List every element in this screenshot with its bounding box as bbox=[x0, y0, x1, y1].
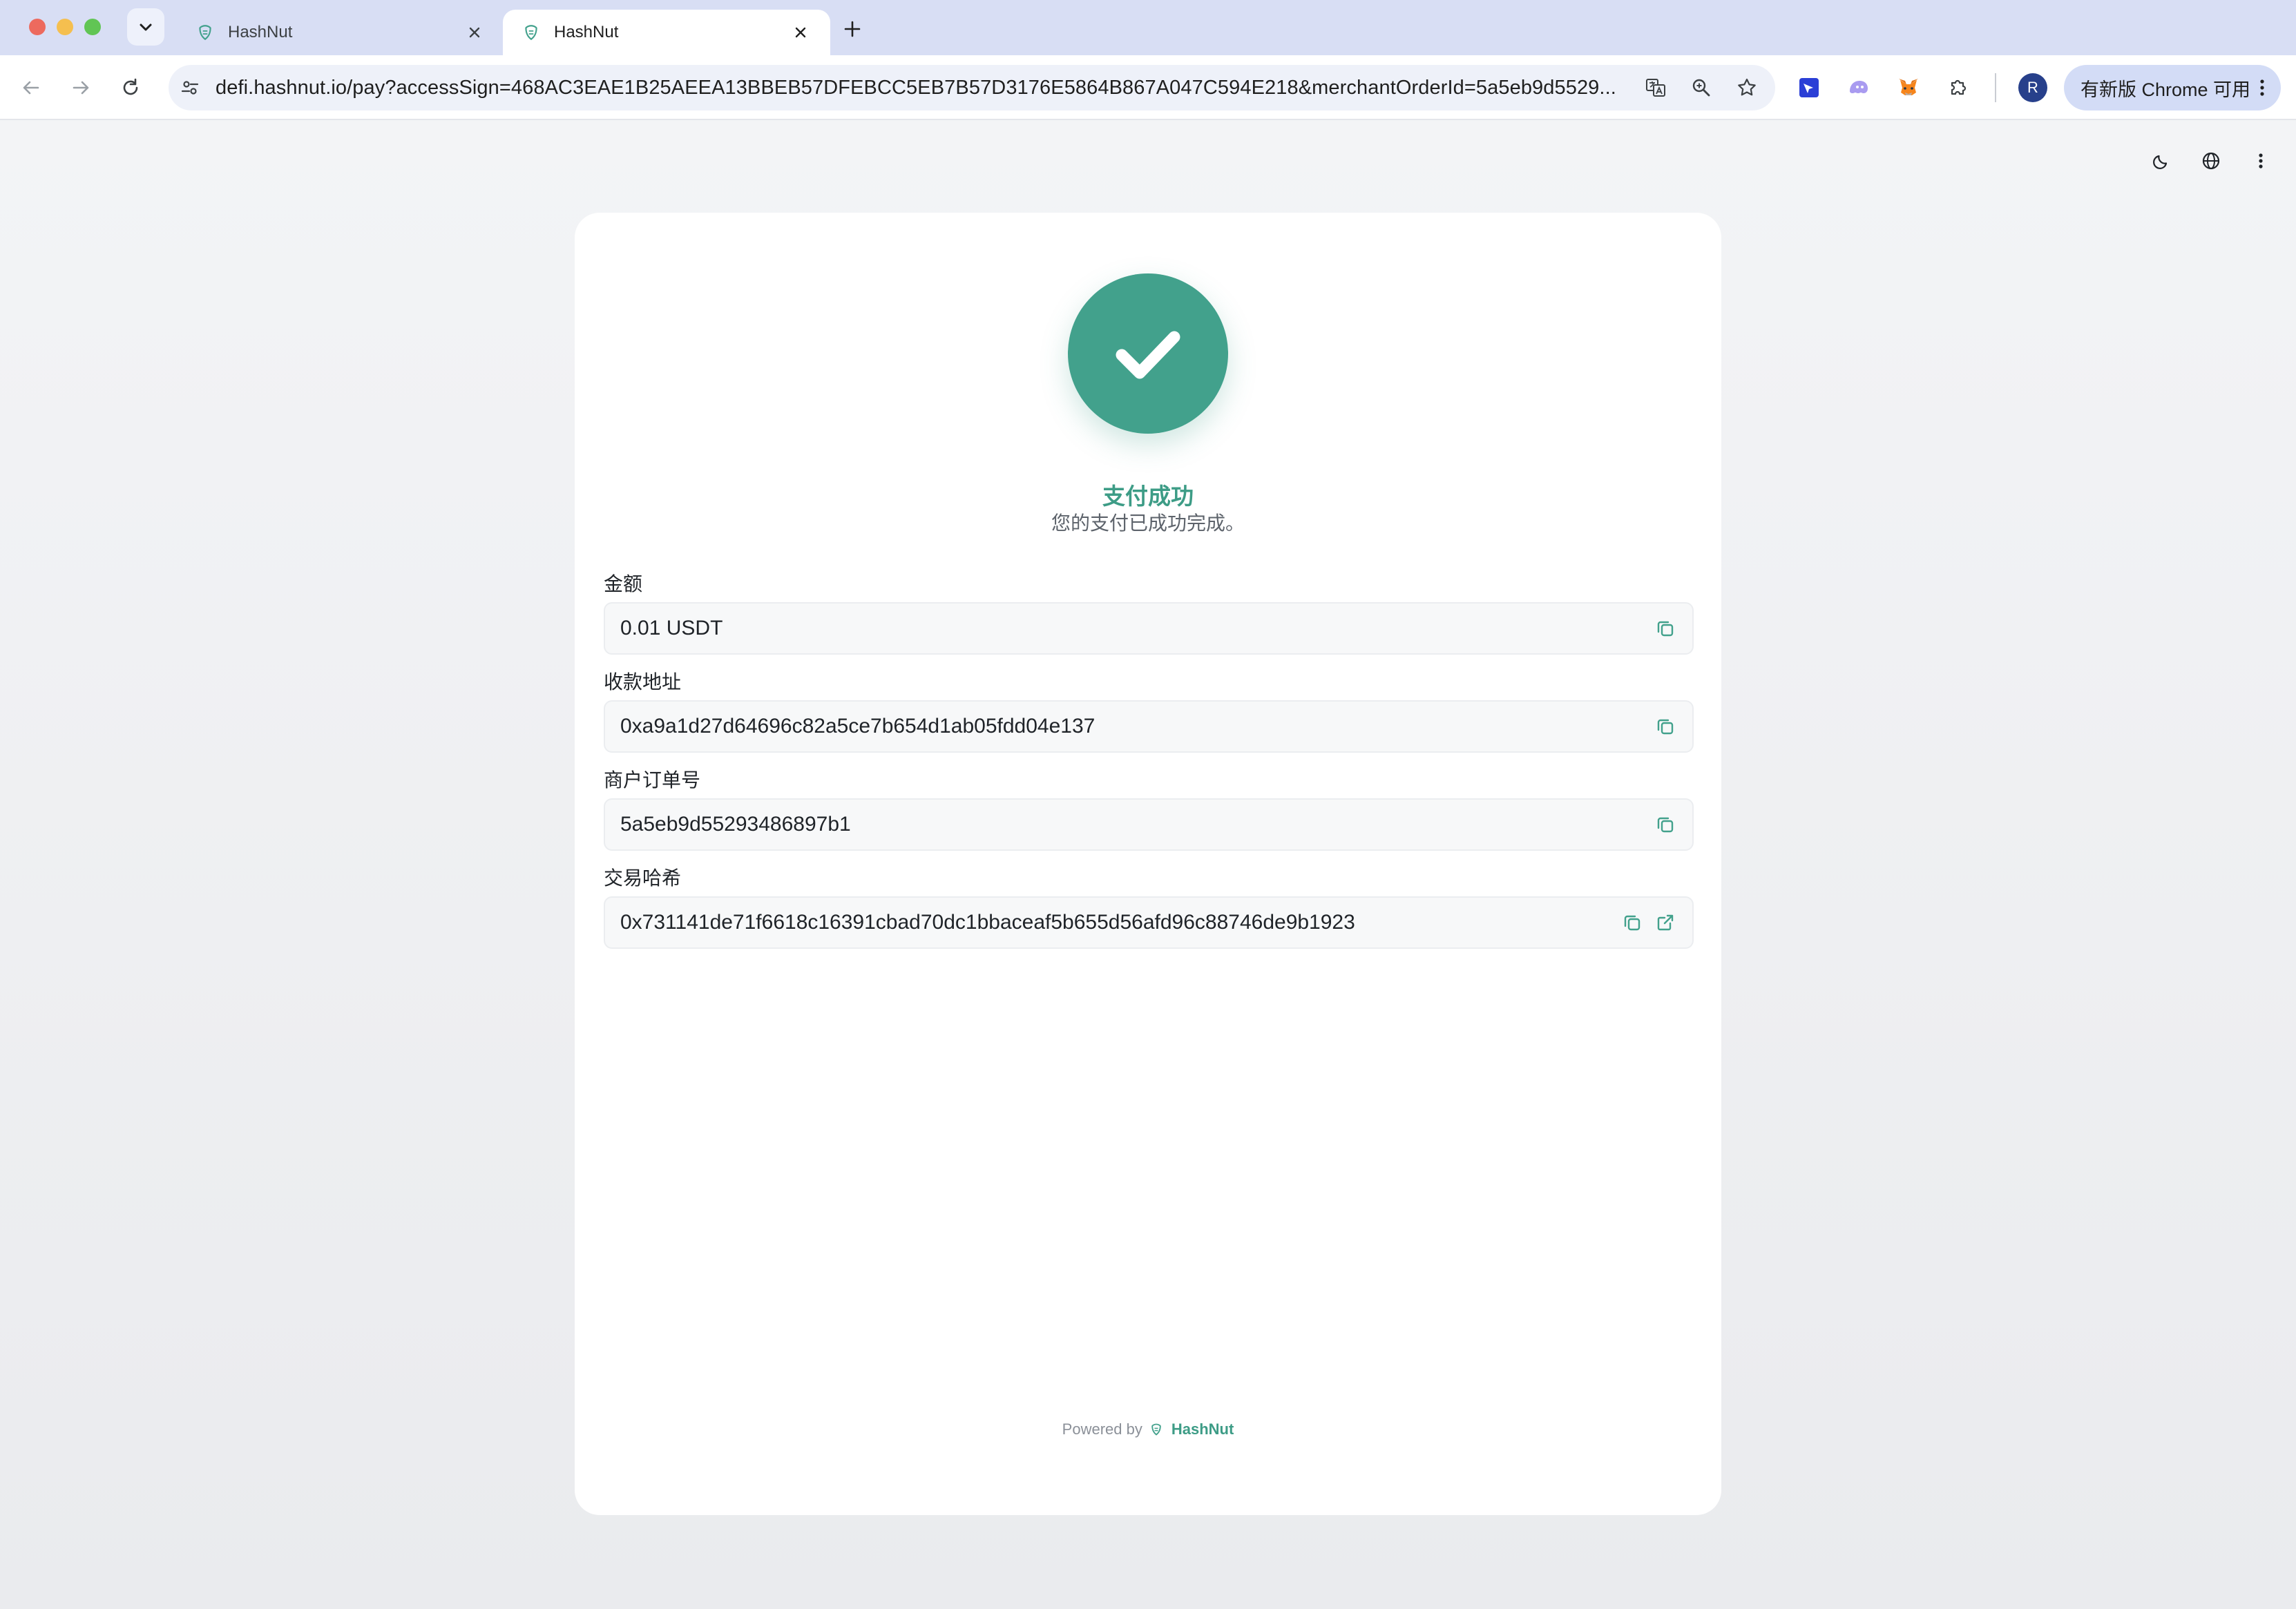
merchant-order-field: 商户订单号 5a5eb9d55293486897b1 bbox=[604, 768, 1694, 851]
transaction-hash-value: 0x731141de71f6618c16391cbad70dc1bbaceaf5… bbox=[620, 911, 1355, 934]
field-box: 0xa9a1d27d64696c82a5ce7b654d1ab05fdd04e1… bbox=[604, 700, 1694, 753]
field-box: 0.01 USDT bbox=[604, 602, 1694, 655]
field-label: 收款地址 bbox=[604, 671, 682, 693]
browser-toolbar: defi.hashnut.io/pay?accessSign=468AC3EAE… bbox=[0, 55, 2296, 120]
window-minimize-control[interactable] bbox=[57, 19, 73, 35]
toolbar-divider bbox=[1995, 73, 1996, 102]
close-icon[interactable] bbox=[790, 22, 811, 43]
chevron-down-icon bbox=[140, 23, 152, 31]
browser-tab-strip: HashNut HashNut bbox=[0, 0, 2296, 55]
page-tools bbox=[2145, 145, 2277, 177]
payment-result-card: 支付成功 您的支付已成功完成。 金额 0.01 USDT 收款地址 0xa9a1… bbox=[575, 213, 1721, 1515]
back-button[interactable] bbox=[15, 72, 47, 104]
hashnut-logo-icon bbox=[1149, 1422, 1165, 1437]
hashnut-favicon-icon bbox=[522, 23, 542, 42]
update-label: 有新版 Chrome 可用 bbox=[2080, 79, 2251, 100]
address-bar[interactable]: defi.hashnut.io/pay?accessSign=468AC3EAE… bbox=[169, 65, 1775, 110]
field-label: 商户订单号 bbox=[604, 769, 701, 791]
copy-icon[interactable] bbox=[1620, 911, 1644, 934]
browser-tab-2[interactable]: HashNut bbox=[503, 10, 830, 55]
more-vertical-icon bbox=[2260, 79, 2264, 96]
payment-status-description: 您的支付已成功完成。 bbox=[1051, 512, 1245, 534]
copy-icon[interactable] bbox=[1654, 715, 1677, 738]
merchant-order-value: 5a5eb9d55293486897b1 bbox=[620, 813, 851, 836]
success-check-badge bbox=[1068, 273, 1228, 434]
payment-page: 支付成功 您的支付已成功完成。 金额 0.01 USDT 收款地址 0xa9a1… bbox=[0, 120, 2296, 1609]
bookmark-star-icon[interactable] bbox=[1731, 72, 1763, 104]
reload-icon bbox=[123, 78, 138, 95]
tab-title: HashNut bbox=[228, 23, 293, 41]
translate-icon[interactable] bbox=[1640, 72, 1672, 104]
more-vertical-icon[interactable] bbox=[2245, 145, 2277, 177]
field-box: 5a5eb9d55293486897b1 bbox=[604, 798, 1694, 851]
new-tab-button[interactable] bbox=[839, 15, 866, 43]
page-footer: Powered by HashNut bbox=[0, 1420, 2296, 1438]
address-bar-url[interactable]: defi.hashnut.io/pay?accessSign=468AC3EAE… bbox=[216, 77, 1618, 99]
receiving-address-field: 收款地址 0xa9a1d27d64696c82a5ce7b654d1ab05fd… bbox=[604, 670, 1694, 753]
payment-status-title: 支付成功 bbox=[1102, 483, 1194, 509]
field-label: 交易哈希 bbox=[604, 867, 682, 889]
site-settings-icon[interactable] bbox=[174, 72, 206, 104]
window-zoom-control[interactable] bbox=[84, 19, 101, 35]
arrow-left-icon bbox=[23, 81, 39, 95]
globe-icon[interactable] bbox=[2195, 145, 2227, 177]
external-link-icon[interactable] bbox=[1654, 911, 1677, 934]
transaction-hash-field: 交易哈希 0x731141de71f6618c16391cbad70dc1bba… bbox=[604, 866, 1694, 949]
plus-icon bbox=[844, 21, 861, 37]
field-box: 0x731141de71f6618c16391cbad70dc1bbaceaf5… bbox=[604, 896, 1694, 949]
metamask-fox-icon[interactable] bbox=[1893, 72, 1924, 104]
forward-button[interactable] bbox=[65, 72, 97, 104]
powered-by-text: Powered by bbox=[1062, 1420, 1142, 1438]
extensions-puzzle-icon[interactable] bbox=[1942, 72, 1974, 104]
browser-tab-1[interactable]: HashNut bbox=[177, 10, 504, 55]
tab-search-button[interactable] bbox=[127, 8, 164, 46]
field-label: 金额 bbox=[604, 573, 643, 595]
amount-value: 0.01 USDT bbox=[620, 617, 723, 639]
footer-brand-link[interactable]: HashNut bbox=[1171, 1420, 1234, 1438]
chrome-update-button[interactable]: 有新版 Chrome 可用 bbox=[2064, 65, 2281, 110]
window-close-control[interactable] bbox=[29, 19, 46, 35]
receiving-address-value: 0xa9a1d27d64696c82a5ce7b654d1ab05fdd04e1… bbox=[620, 715, 1096, 738]
moon-icon[interactable] bbox=[2145, 145, 2177, 177]
profile-avatar[interactable]: R bbox=[2018, 73, 2047, 102]
extension-ghost-icon[interactable] bbox=[1843, 72, 1875, 104]
amount-field: 金额 0.01 USDT bbox=[604, 572, 1694, 655]
copy-icon[interactable] bbox=[1654, 813, 1677, 836]
zoom-icon[interactable] bbox=[1685, 72, 1717, 104]
copy-icon[interactable] bbox=[1654, 617, 1677, 640]
arrow-right-icon bbox=[73, 81, 89, 95]
hashnut-favicon-icon bbox=[196, 23, 216, 42]
extension-blue-icon[interactable] bbox=[1793, 72, 1825, 104]
tab-title: HashNut bbox=[554, 23, 619, 41]
reload-button[interactable] bbox=[115, 72, 146, 104]
check-icon bbox=[1116, 331, 1180, 379]
close-icon[interactable] bbox=[464, 22, 485, 43]
